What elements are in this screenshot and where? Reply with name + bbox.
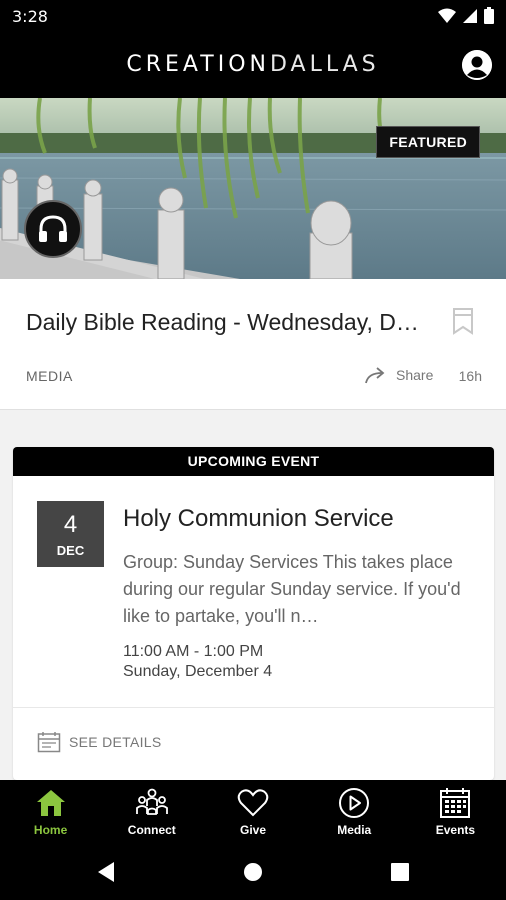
media-age: 16h <box>458 368 482 384</box>
tab-home-label: Home <box>33 823 68 837</box>
featured-image[interactable]: FEATURED <box>0 98 506 279</box>
divider <box>13 707 494 708</box>
user-icon <box>462 50 492 80</box>
brand-logo: CREATIONDALLAS <box>0 52 506 77</box>
brand-part1: CREATION <box>126 52 270 77</box>
system-nav-bar <box>0 846 506 900</box>
event-date-box: 4 DEC <box>37 501 104 567</box>
back-icon[interactable] <box>96 861 116 883</box>
event-month: DEC <box>56 543 85 558</box>
profile-button[interactable] <box>462 50 492 80</box>
wifi-icon <box>438 8 456 23</box>
tab-give-label: Give <box>240 823 267 837</box>
status-icons <box>438 7 494 24</box>
see-details-label: SEE DETAILS <box>69 734 162 750</box>
people-icon <box>135 788 168 815</box>
heart-icon <box>237 789 269 817</box>
tab-events[interactable]: Events <box>405 780 506 846</box>
share-label: Share <box>396 367 434 383</box>
event-title[interactable]: Holy Communion Service <box>123 505 394 533</box>
tab-connect-label: Connect <box>127 823 176 837</box>
home-icon <box>36 790 65 816</box>
event-time: 11:00 AM - 1:00 PM <box>123 643 264 660</box>
audio-play-button[interactable] <box>24 200 82 258</box>
tab-media[interactable]: Media <box>304 780 405 846</box>
bookmark-icon <box>453 308 473 335</box>
calendar-icon <box>37 732 61 753</box>
featured-badge: FEATURED <box>376 126 480 158</box>
tab-home[interactable]: Home <box>0 780 101 846</box>
tab-events-label: Events <box>435 823 476 837</box>
status-time: 3:28 <box>12 7 48 26</box>
calendar-icon <box>440 788 471 818</box>
home-circle-icon[interactable] <box>243 862 263 882</box>
media-type-label: MEDIA <box>26 368 73 384</box>
share-button[interactable]: Share <box>364 365 433 385</box>
play-icon <box>339 788 370 818</box>
event-description: Group: Sunday Services This takes place … <box>123 552 461 626</box>
brand-part2: DALLAS <box>269 52 380 77</box>
see-details-button[interactable]: SEE DETAILS <box>37 731 162 753</box>
tab-give[interactable]: Give <box>202 780 303 846</box>
event-day: 4 <box>63 511 78 538</box>
status-bar: 3:28 <box>0 0 506 32</box>
tab-media-label: Media <box>337 823 372 837</box>
tab-connect[interactable]: Connect <box>101 780 202 846</box>
event-card-header: UPCOMING EVENT <box>13 447 494 476</box>
featured-media-card[interactable]: Daily Bible Reading - Wednesday, Decembe… <box>0 279 506 410</box>
app-header: CREATIONDALLAS <box>0 32 506 98</box>
recents-icon[interactable] <box>390 862 410 882</box>
bottom-tab-bar: Home Connect Give Media Events <box>0 780 506 846</box>
media-title[interactable]: Daily Bible Reading - Wednesday, Decembe… <box>26 309 426 336</box>
event-date: Sunday, December 4 <box>123 663 273 680</box>
headphones-icon <box>39 215 67 242</box>
upcoming-event-card[interactable]: UPCOMING EVENT 4 DEC Holy Communion Serv… <box>13 447 494 780</box>
share-arrow-icon <box>365 367 385 384</box>
battery-icon <box>484 7 494 24</box>
bookmark-button[interactable] <box>452 307 474 340</box>
signal-icon <box>463 8 477 23</box>
